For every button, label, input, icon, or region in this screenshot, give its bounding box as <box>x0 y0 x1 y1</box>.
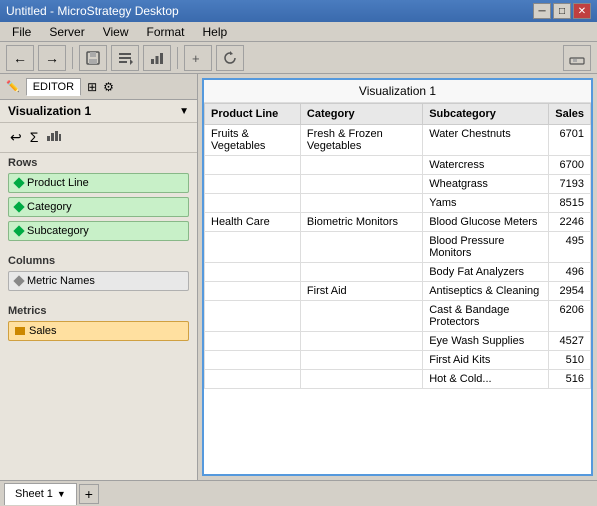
window-controls: ─ □ ✕ <box>533 3 591 19</box>
sheet-tab-1[interactable]: Sheet 1 ▼ <box>4 483 77 505</box>
rows-label: Rows <box>0 153 197 171</box>
columns-section: Columns Metric Names <box>0 251 197 293</box>
menu-file[interactable]: File <box>4 23 39 41</box>
col-header-subcategory: Subcategory <box>423 104 549 125</box>
table-row: Wheatgrass7193 <box>205 175 591 194</box>
title-bar: Untitled - MicroStrategy Desktop ─ □ ✕ <box>0 0 597 22</box>
forward-button[interactable]: → <box>38 45 66 71</box>
visualization-panel: Visualization 1 Product Line Category Su… <box>202 78 593 476</box>
subcategory-pill[interactable]: Subcategory <box>8 221 189 241</box>
table-row: Eye Wash Supplies4527 <box>205 332 591 351</box>
close-button[interactable]: ✕ <box>573 3 591 19</box>
table-header-row: Product Line Category Subcategory Sales <box>205 104 591 125</box>
table-row: Body Fat Analyzers496 <box>205 263 591 282</box>
undo-icon[interactable]: ↩ <box>8 127 24 148</box>
svg-text:+: + <box>192 51 200 66</box>
add-sheet-button[interactable]: + <box>79 484 99 504</box>
panel-tools: ↩ Σ <box>0 123 197 153</box>
menu-view[interactable]: View <box>95 23 137 41</box>
publish-button[interactable] <box>563 45 591 71</box>
menu-help[interactable]: Help <box>195 23 236 41</box>
metric-diamond-icon <box>13 275 24 286</box>
filter-icon[interactable]: ⊞ <box>87 80 97 94</box>
visualization-label: Visualization 1 ▼ <box>0 100 197 123</box>
tab-bar: Sheet 1 ▼ + <box>0 480 597 506</box>
table-row: Hot & Cold...516 <box>205 370 591 389</box>
menu-server[interactable]: Server <box>41 23 92 41</box>
metric-names-pill[interactable]: Metric Names <box>8 271 189 291</box>
col-header-product-line: Product Line <box>205 104 301 125</box>
toolbar-separator-1 <box>72 47 73 69</box>
chart-button[interactable] <box>143 45 171 71</box>
table-row: First AidAntiseptics & Cleaning2954 <box>205 282 591 301</box>
editor-tab[interactable]: EDITOR <box>26 78 81 96</box>
save-button[interactable] <box>79 45 107 71</box>
table-row: Yams8515 <box>205 194 591 213</box>
diamond-icon <box>13 177 24 188</box>
product-line-pill[interactable]: Product Line <box>8 173 189 193</box>
toolbar-separator-2 <box>177 47 178 69</box>
layout-button[interactable] <box>111 45 139 71</box>
refresh-button[interactable] <box>216 45 244 71</box>
columns-label: Columns <box>0 251 197 269</box>
table-row: Cast & Bandage Protectors6206 <box>205 301 591 332</box>
menu-bar: File Server View Format Help <box>0 22 597 42</box>
table-row: First Aid Kits510 <box>205 351 591 370</box>
table-row: Health CareBiometric MonitorsBlood Gluco… <box>205 213 591 232</box>
maximize-button[interactable]: □ <box>553 3 571 19</box>
metrics-label: Metrics <box>0 301 197 319</box>
chart-small-icon[interactable] <box>44 127 64 148</box>
col-header-sales: Sales <box>549 104 591 125</box>
col-header-category: Category <box>300 104 422 125</box>
diamond-icon <box>13 225 24 236</box>
toolbar: ← → + <box>0 42 597 74</box>
back-button[interactable]: ← <box>6 45 34 71</box>
menu-format[interactable]: Format <box>138 23 192 41</box>
sigma-icon[interactable]: Σ <box>28 127 41 148</box>
add-button[interactable]: + <box>184 45 212 71</box>
category-pill[interactable]: Category <box>8 197 189 217</box>
sheet-chevron-icon[interactable]: ▼ <box>57 489 66 499</box>
metrics-section: Metrics Sales <box>0 301 197 343</box>
data-table: Product Line Category Subcategory Sales … <box>204 103 591 389</box>
sales-pill[interactable]: Sales <box>8 321 189 341</box>
app-title: Untitled - MicroStrategy Desktop <box>6 4 179 18</box>
table-row: Watercress6700 <box>205 156 591 175</box>
chevron-icon[interactable]: ▼ <box>179 106 189 117</box>
minimize-button[interactable]: ─ <box>533 3 551 19</box>
viz-title: Visualization 1 <box>204 80 591 103</box>
table-row: Blood Pressure Monitors495 <box>205 232 591 263</box>
left-panel: ✏️ EDITOR ⊞ ⚙ Visualization 1 ▼ ↩ Σ Rows… <box>0 74 198 480</box>
diamond-icon <box>13 201 24 212</box>
settings-icon[interactable]: ⚙ <box>103 80 114 94</box>
main-area: ✏️ EDITOR ⊞ ⚙ Visualization 1 ▼ ↩ Σ Rows… <box>0 74 597 480</box>
table-row: Fruits & VegetablesFresh & Frozen Vegeta… <box>205 125 591 156</box>
metrics-rect-icon <box>15 327 25 335</box>
panel-header: ✏️ EDITOR ⊞ ⚙ <box>0 74 197 100</box>
